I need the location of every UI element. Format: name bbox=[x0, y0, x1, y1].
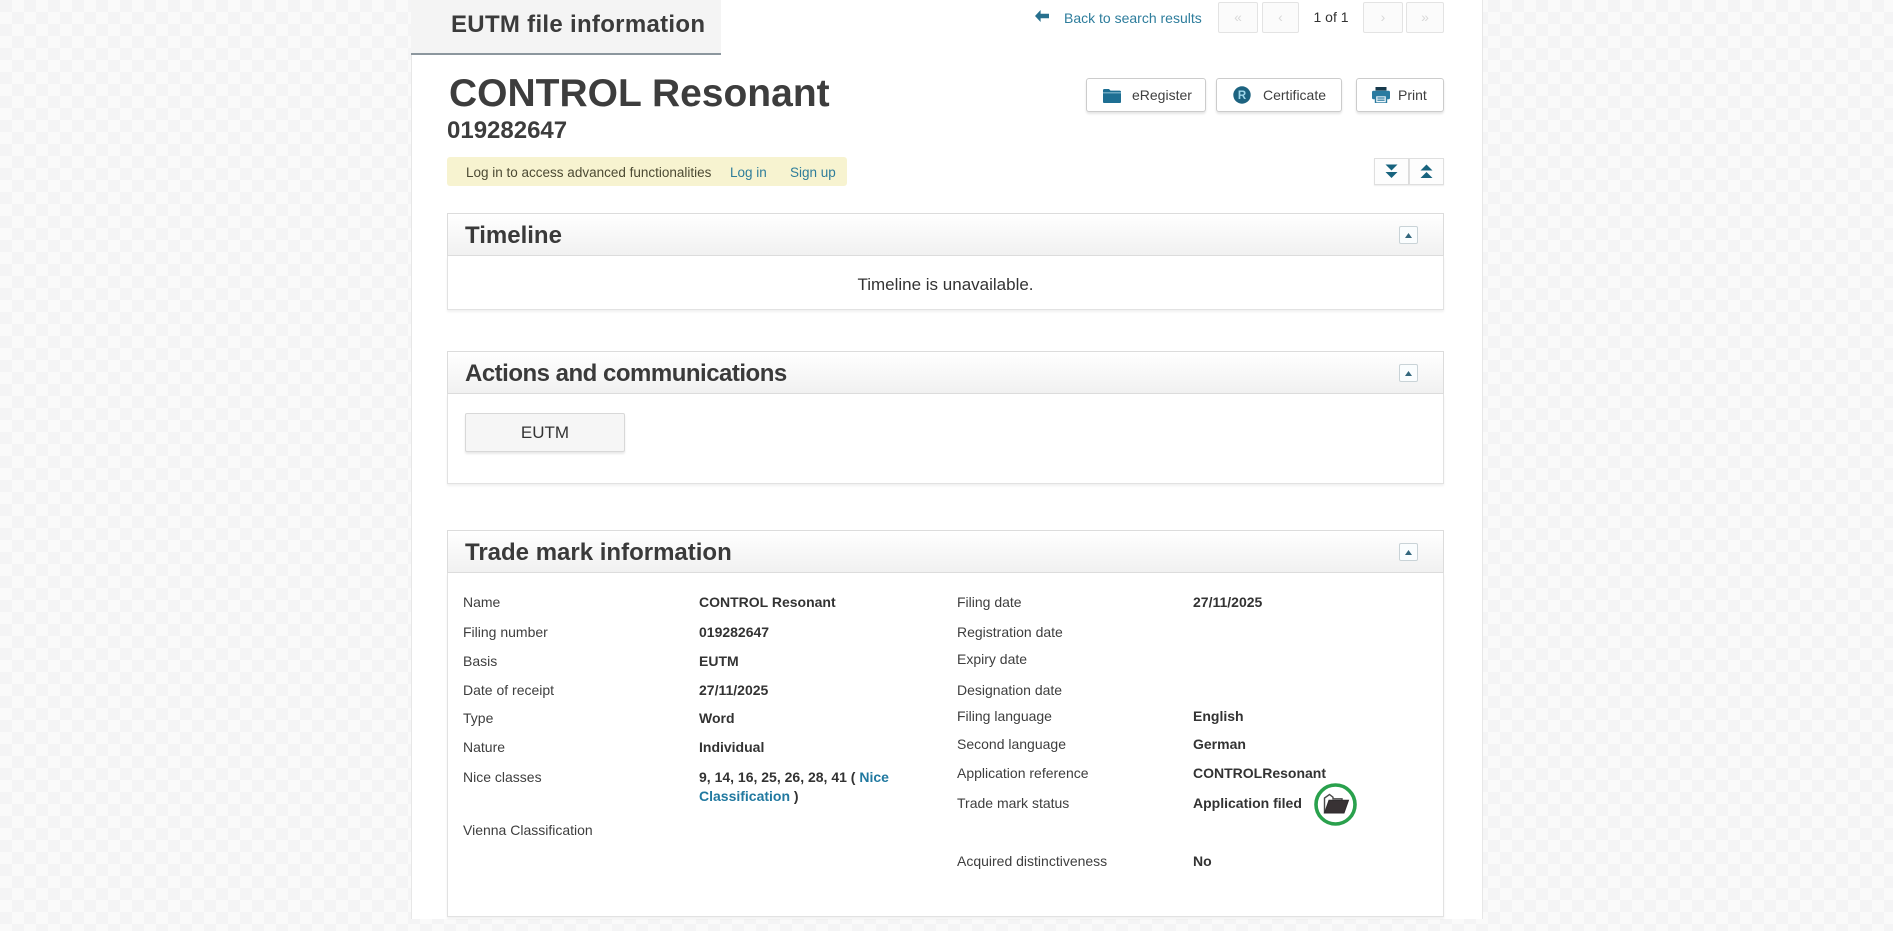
svg-text:R: R bbox=[1238, 90, 1247, 102]
